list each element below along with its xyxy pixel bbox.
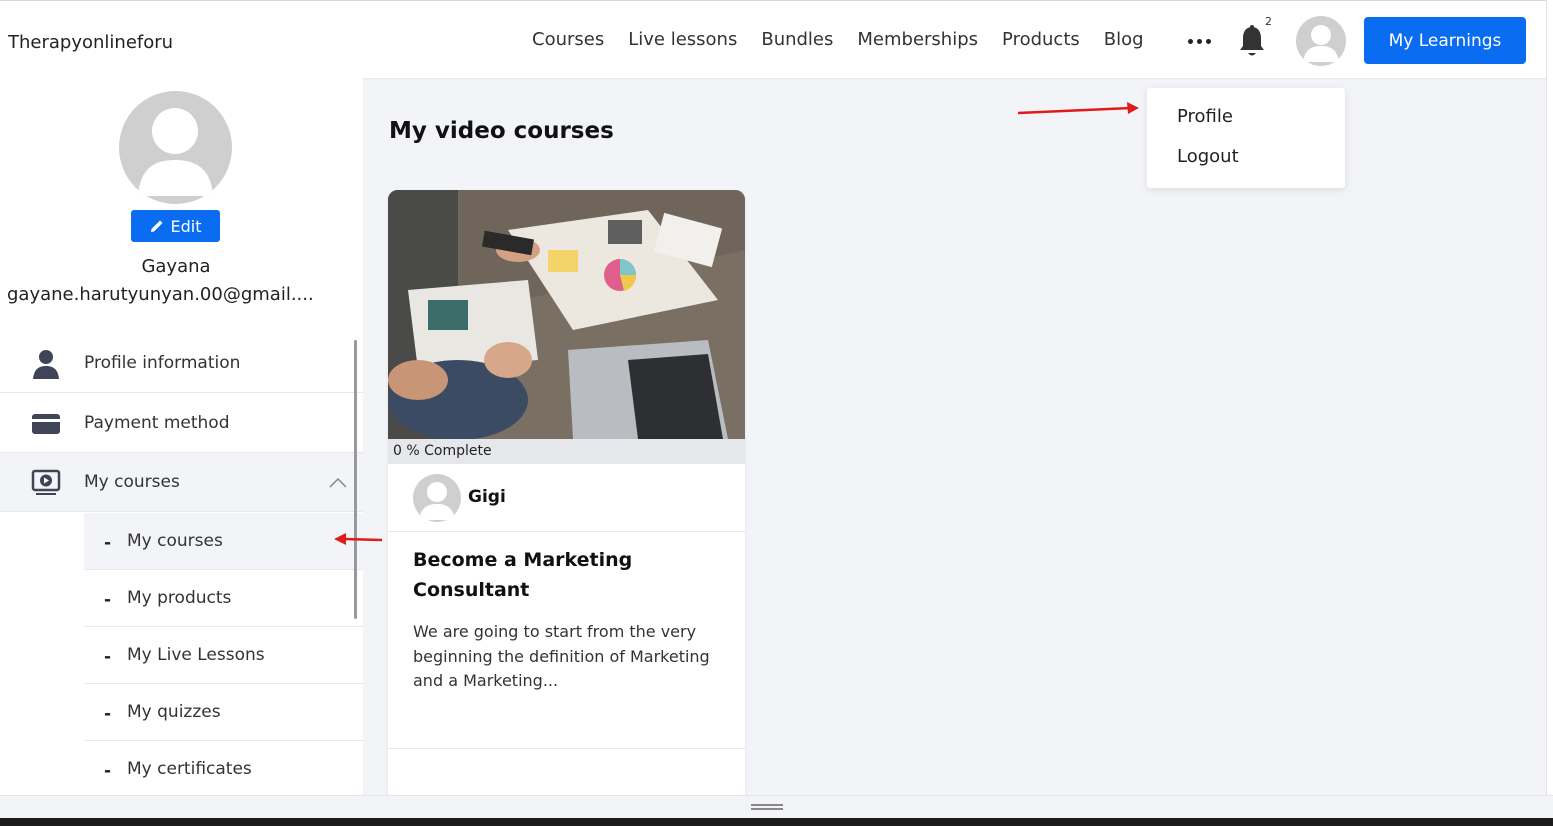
main-nav: Courses Live lessons Bundles Memberships… xyxy=(532,29,1168,50)
course-progress-bar: 0 % Complete xyxy=(388,439,745,464)
edit-profile-button[interactable]: Edit xyxy=(131,210,220,242)
taskbar xyxy=(0,818,1553,826)
top-header: Therapyonlineforu Courses Live lessons B… xyxy=(0,0,1546,78)
edit-label: Edit xyxy=(170,216,202,236)
submenu-item-my-certificates[interactable]: - My certificates xyxy=(84,741,363,795)
submenu-item-label: My quizzes xyxy=(127,702,221,722)
author-avatar xyxy=(413,474,461,522)
nav-memberships[interactable]: Memberships xyxy=(857,29,978,50)
page-title: My video courses xyxy=(389,118,614,144)
annotation-arrow-icon xyxy=(334,533,383,545)
brand-logo-text[interactable]: Therapyonlineforu xyxy=(8,32,173,53)
video-course-icon xyxy=(31,469,61,495)
nav-products[interactable]: Products xyxy=(1002,29,1080,50)
submenu-item-my-courses[interactable]: - My courses xyxy=(84,513,363,570)
user-email: gayane.harutyunyan.00@gmail.... xyxy=(7,284,314,305)
bell-icon[interactable] xyxy=(1237,24,1267,60)
sidebar-item-profile-information[interactable]: Profile information xyxy=(0,334,363,393)
drag-handle-icon[interactable] xyxy=(751,804,783,810)
course-description: We are going to start from the very begi… xyxy=(413,622,710,690)
sidebar-item-my-courses[interactable]: My courses xyxy=(0,453,363,512)
pencil-icon xyxy=(150,220,162,232)
profile-dropdown-menu: Profile Logout xyxy=(1147,88,1345,188)
resize-bar xyxy=(0,795,1553,818)
sidebar-item-label: Payment method xyxy=(84,413,230,433)
course-card[interactable]: 0 % Complete Gigi Become a Marketing Con… xyxy=(388,190,745,796)
submenu-item-label: My courses xyxy=(127,531,223,551)
notification-count: 2 xyxy=(1265,15,1272,28)
course-title[interactable]: Become a Marketing Consultant xyxy=(413,545,723,605)
submenu-item-my-live-lessons[interactable]: - My Live Lessons xyxy=(84,627,363,684)
dropdown-item-profile[interactable]: Profile xyxy=(1177,106,1233,127)
window-scrollbar[interactable] xyxy=(1546,0,1553,800)
submenu-item-my-quizzes[interactable]: - My quizzes xyxy=(84,684,363,741)
user-placeholder-icon xyxy=(1303,25,1339,62)
nav-blog[interactable]: Blog xyxy=(1104,29,1144,50)
course-author: Gigi xyxy=(388,464,745,532)
more-menu-icon[interactable] xyxy=(1188,39,1211,44)
user-placeholder-icon xyxy=(419,482,455,520)
nav-courses[interactable]: Courses xyxy=(532,29,604,50)
submenu-item-label: My Live Lessons xyxy=(127,645,265,665)
sidebar-avatar xyxy=(119,91,232,204)
submenu-item-label: My certificates xyxy=(127,759,252,779)
sidebar-item-payment-method[interactable]: Payment method xyxy=(0,394,363,453)
profile-sidebar: Edit Gayana gayane.harutyunyan.00@gmail.… xyxy=(0,78,363,795)
course-progress-text: 0 % Complete xyxy=(393,443,492,459)
sidebar-scrollbar[interactable] xyxy=(354,340,357,619)
nav-bundles[interactable]: Bundles xyxy=(761,29,833,50)
card-divider xyxy=(388,748,745,749)
user-placeholder-icon xyxy=(138,108,213,196)
course-thumbnail[interactable] xyxy=(388,190,745,439)
submenu-item-my-products[interactable]: - My products xyxy=(84,570,363,627)
chevron-up-icon[interactable] xyxy=(328,475,348,489)
card-icon xyxy=(32,414,60,434)
sidebar-item-label: My courses xyxy=(84,472,180,492)
my-learnings-button[interactable]: My Learnings xyxy=(1364,17,1526,64)
person-icon xyxy=(33,350,59,379)
nav-live-lessons[interactable]: Live lessons xyxy=(628,29,737,50)
author-name: Gigi xyxy=(468,487,506,507)
sidebar-item-label: Profile information xyxy=(84,353,241,373)
submenu-item-label: My products xyxy=(127,588,232,608)
dropdown-item-logout[interactable]: Logout xyxy=(1177,146,1239,167)
annotation-arrow-icon xyxy=(1017,102,1139,115)
header-avatar[interactable] xyxy=(1296,16,1346,66)
user-name: Gayana xyxy=(141,256,211,277)
